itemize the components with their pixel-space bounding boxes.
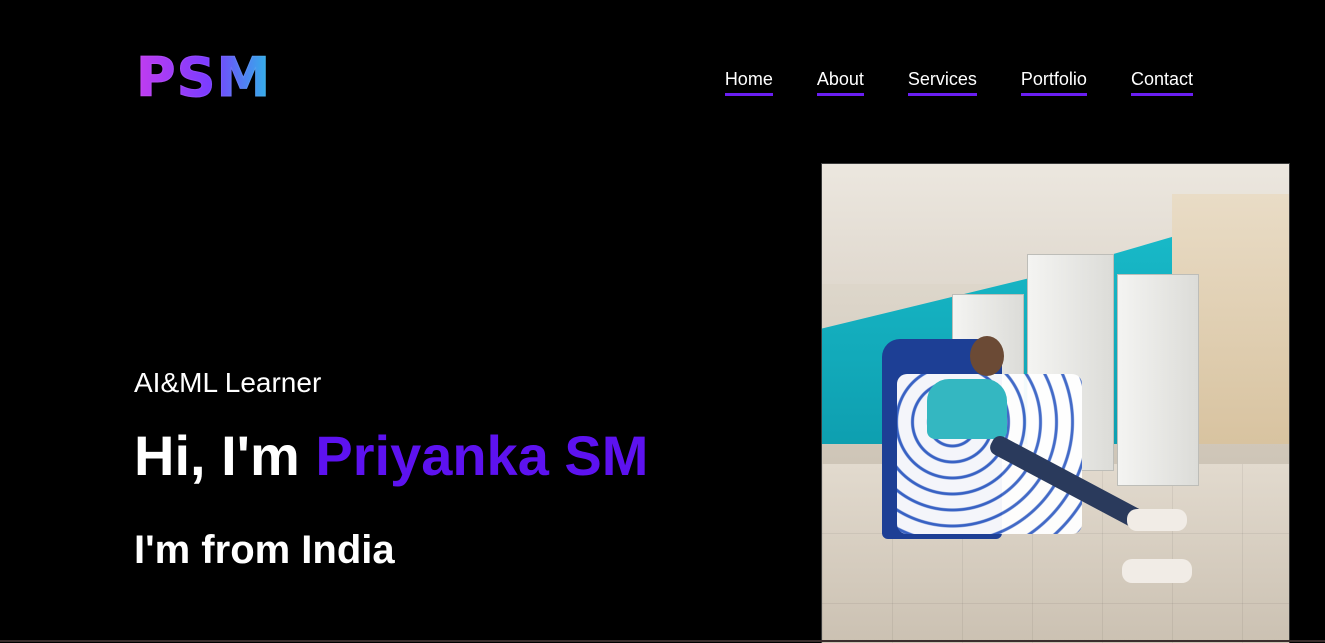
nav-link-home[interactable]: Home: [724, 68, 773, 96]
hero-section: AI&ML Learner: [134, 366, 321, 400]
hero-location: I'm from India: [134, 528, 395, 572]
site-logo[interactable]: PSM: [135, 49, 271, 106]
nav-link-contact[interactable]: Contact: [1130, 68, 1193, 96]
photo-person-head: [970, 336, 1004, 376]
photo-cabinet: [1117, 274, 1199, 486]
photo-shoe: [1127, 509, 1187, 531]
nav-link-services[interactable]: Services: [907, 68, 977, 96]
main-nav: Home About Services Portfolio Contact: [724, 68, 1193, 96]
hero-subtitle: AI&ML Learner: [134, 367, 322, 398]
nav-link-portfolio[interactable]: Portfolio: [1020, 68, 1087, 96]
photo-person: [927, 379, 1007, 439]
hero-greeting: Hi, I'm: [134, 424, 300, 487]
photo-shoe: [1122, 559, 1192, 583]
hero-name: Priyanka SM: [315, 424, 649, 487]
nav-link-about[interactable]: About: [816, 68, 864, 96]
hero-headline: Hi, I'm Priyanka SM: [134, 424, 648, 488]
profile-photo: [821, 163, 1290, 643]
